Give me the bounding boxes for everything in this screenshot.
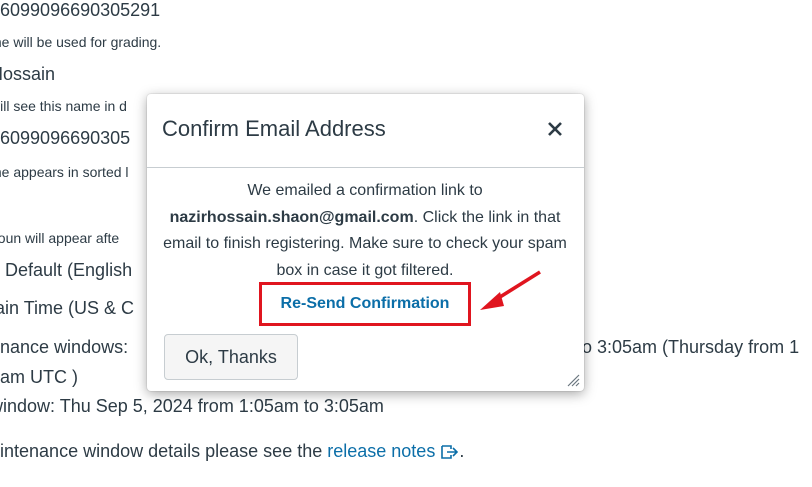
maintenance-windows-label: enance windows:	[0, 337, 129, 357]
sis-id-value: 86099096690305291	[0, 0, 161, 20]
close-button[interactable]	[544, 118, 566, 140]
message-intro: We emailed a confirmation link to	[247, 182, 483, 199]
maintenance-utc: 5am UTC )	[0, 367, 79, 387]
resize-handle-icon[interactable]	[566, 373, 580, 387]
annotation-arrow-icon	[480, 270, 541, 310]
name-value: Hossain	[0, 64, 56, 84]
email-address: nazirhossain.shaon@gmail.com	[169, 208, 414, 226]
trailing-period: .	[459, 441, 465, 461]
language-value: n Default (English	[0, 260, 133, 280]
maintenance-details-line: aintenance window details please see the…	[0, 441, 464, 462]
confirm-email-dialog: Confirm Email Address We emailed a confi…	[147, 94, 584, 391]
sortable-name-help: me appears in sorted l	[0, 164, 129, 180]
sortable-id-value: 86099096690305	[0, 128, 131, 148]
maintenance-details-text: aintenance window details please see the	[0, 441, 323, 461]
maintenance-window-date: window: Thu Sep 5, 2024 from 1:05am to 3…	[0, 396, 384, 416]
resend-highlight-box: Re-Send Confirmation	[259, 282, 471, 326]
dialog-title: Confirm Email Address	[162, 116, 386, 141]
maintenance-windows-time: o 3:05am (Thursday from 1	[582, 337, 800, 357]
close-icon	[548, 122, 562, 136]
release-notes-link[interactable]: release notes	[327, 441, 435, 461]
dialog-header: Confirm Email Address	[147, 94, 584, 168]
resend-confirmation-button[interactable]: Re-Send Confirmation	[262, 285, 468, 323]
external-link-icon[interactable]	[441, 445, 459, 459]
pronoun-help: noun will appear afte	[0, 230, 120, 246]
ok-thanks-button[interactable]: Ok, Thanks	[164, 334, 298, 380]
sis-id-help: me will be used for grading.	[0, 34, 162, 50]
display-name-help: will see this name in d	[0, 98, 127, 114]
time-zone-value: tain Time (US & C	[0, 298, 135, 318]
